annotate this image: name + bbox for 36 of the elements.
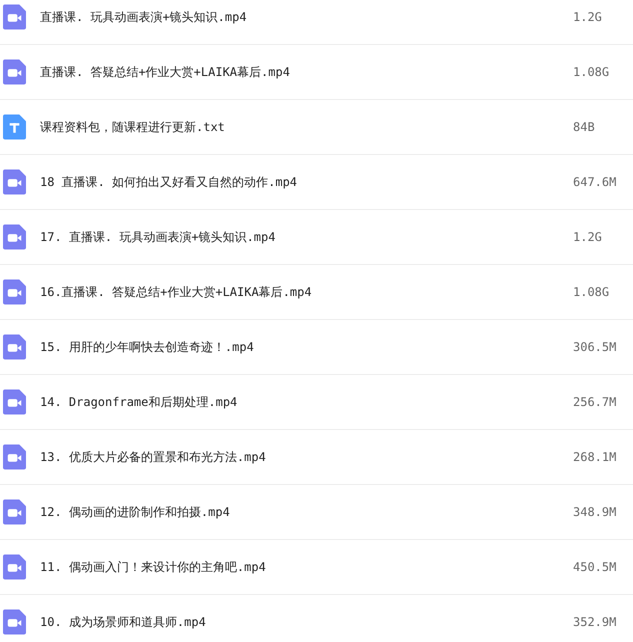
video-file-icon: [3, 609, 26, 635]
file-size: 352.9M: [573, 615, 618, 629]
file-name[interactable]: 12. 偶动画的进阶制作和拍摄.mp4: [40, 504, 573, 520]
video-file-icon: [3, 279, 26, 305]
file-name[interactable]: 11. 偶动画入门！来设计你的主角吧.mp4: [40, 558, 573, 576]
file-size: 84B: [573, 120, 596, 134]
file-size: 450.5M: [573, 560, 618, 574]
video-file-icon: [3, 444, 26, 470]
video-file-icon: [3, 224, 26, 250]
video-file-icon: [3, 389, 26, 415]
file-name[interactable]: 10. 成为场景师和道具师.mp4: [40, 614, 573, 630]
file-size: 1.2G: [573, 230, 603, 244]
video-file-icon: [3, 59, 26, 85]
file-name[interactable]: 直播课. 答疑总结+作业大赏+LAIKA幕后.mp4: [40, 64, 573, 80]
video-file-icon: [3, 4, 26, 30]
text-file-icon: [3, 114, 26, 140]
file-name[interactable]: 17. 直播课. 玩具动画表演+镜头知识.mp4: [40, 228, 573, 246]
file-name[interactable]: 13. 优质大片必备的置景和布光方法.mp4: [40, 448, 573, 466]
video-file-icon: [3, 169, 26, 195]
video-file-icon: [3, 554, 26, 580]
file-name[interactable]: 14. Dragonframe和后期处理.mp4: [40, 394, 573, 410]
file-size: 348.9M: [573, 505, 618, 519]
video-file-icon: [3, 499, 26, 525]
file-size: 1.08G: [573, 285, 610, 299]
file-name[interactable]: 16.直播课. 答疑总结+作业大赏+LAIKA幕后.mp4: [40, 284, 573, 300]
file-size: 647.6M: [573, 175, 618, 189]
file-size: 1.08G: [573, 65, 610, 79]
file-name[interactable]: 15. 用肝的少年啊快去创造奇迹！.mp4: [40, 338, 573, 356]
file-name[interactable]: 直播课. 玩具动画表演+镜头知识.mp4: [40, 8, 573, 26]
video-file-icon: [3, 334, 26, 360]
file-size: 1.2G: [573, 10, 603, 24]
file-size: 268.1M: [573, 450, 618, 464]
file-name[interactable]: 18 直播课. 如何拍出又好看又自然的动作.mp4: [40, 174, 573, 190]
file-size: 306.5M: [573, 340, 618, 354]
file-name[interactable]: 课程资料包，随课程进行更新.txt: [40, 118, 573, 136]
file-size: 256.7M: [573, 395, 618, 409]
